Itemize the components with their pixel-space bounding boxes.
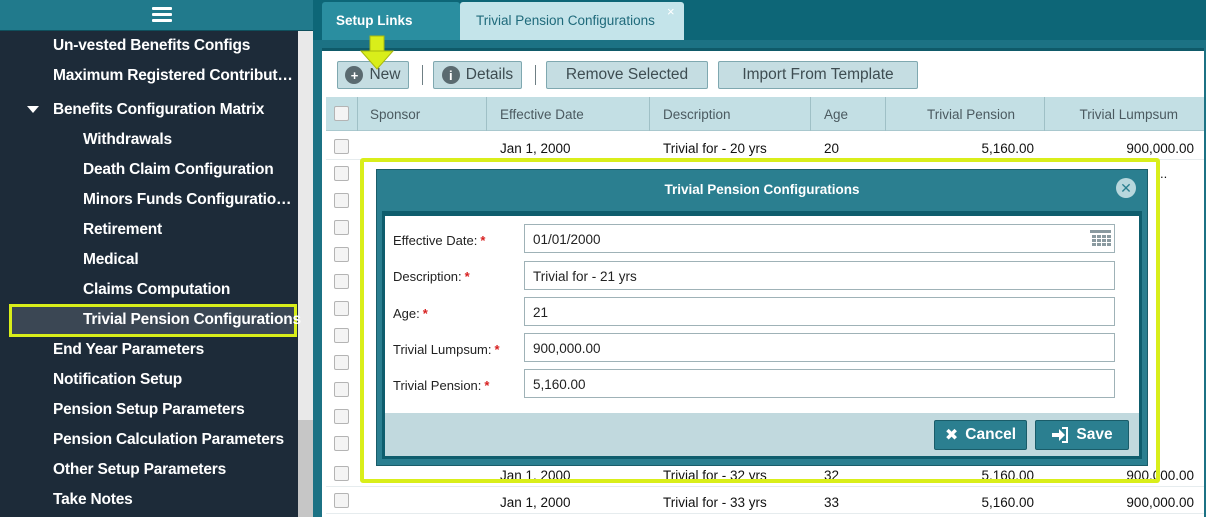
- cell-effective-date: Jan 1, 2000: [500, 141, 571, 156]
- cell-trivial-pension: 5,160.00: [981, 495, 1034, 510]
- menu-icon[interactable]: [152, 7, 172, 23]
- dialog-title: Trivial Pension Configurations: [664, 182, 860, 197]
- cell-trivial-pension: 5,160.00: [981, 141, 1034, 156]
- tab-close-icon[interactable]: ×: [667, 4, 675, 19]
- column-trivial-lumpsum[interactable]: Trivial Lumpsum: [1045, 97, 1204, 131]
- highlight-arrow-icon: [360, 35, 394, 70]
- sign-in-icon: [1052, 427, 1069, 443]
- table-row[interactable]: Jan 1, 2000 Trivial for - 20 yrs 20 5,16…: [326, 133, 1204, 160]
- effective-date-label: Effective Date: *: [393, 233, 486, 248]
- sidebar-item-other-setup[interactable]: Other Setup Parameters: [53, 461, 226, 479]
- row-checkbox[interactable]: [334, 247, 349, 262]
- remove-selected-label: Remove Selected: [565, 66, 689, 83]
- row-checkbox[interactable]: [334, 409, 349, 424]
- cell-description: Trivial for - 20 yrs: [663, 141, 767, 156]
- details-button[interactable]: i Details: [433, 61, 522, 89]
- column-trivial-pension[interactable]: Trivial Pension: [886, 97, 1045, 131]
- sidebar-scrollbar-thumb[interactable]: [298, 420, 313, 517]
- info-circle-icon: i: [441, 66, 460, 84]
- sidebar-item-end-year[interactable]: End Year Parameters: [53, 341, 204, 359]
- table-row[interactable]: Jan 1, 2000 Trivial for - 33 yrs 33 5,16…: [326, 487, 1204, 514]
- trivial-pension-label: Trivial Pension: *: [393, 378, 490, 393]
- row-checkbox[interactable]: [334, 493, 349, 508]
- sidebar-item-claims-computation[interactable]: Claims Computation: [83, 281, 230, 299]
- sidebar-item-withdrawals[interactable]: Withdrawals: [83, 131, 172, 149]
- sidebar-item-benefits-matrix[interactable]: Benefits Configuration Matrix: [53, 101, 264, 119]
- import-template-button[interactable]: Import From Template: [718, 61, 918, 89]
- age-label: Age: *: [393, 306, 428, 321]
- cell-trivial-lumpsum: 900,000.00: [1126, 141, 1194, 156]
- row-checkbox[interactable]: [334, 193, 349, 208]
- cancel-button[interactable]: ✖ Cancel: [934, 420, 1027, 450]
- column-age[interactable]: Age: [811, 97, 886, 131]
- close-icon[interactable]: ✕: [1116, 178, 1136, 198]
- sidebar-item-maximum-registered[interactable]: Maximum Registered Contributi...: [53, 67, 293, 85]
- description-field[interactable]: Trivial for - 21 yrs: [524, 261, 1115, 290]
- select-all-checkbox[interactable]: [334, 106, 349, 121]
- import-template-label: Import From Template: [742, 66, 894, 83]
- x-icon: ✖: [944, 427, 959, 444]
- sidebar-item-unvested-benefits[interactable]: Un-vested Benefits Configs: [53, 37, 250, 55]
- cell-trivial-lumpsum: 900,000.00: [1126, 495, 1194, 510]
- cell-age: 33: [824, 495, 840, 510]
- tab-trivial-pension[interactable]: Trivial Pension Configurations: [460, 2, 684, 40]
- sidebar-item-medical[interactable]: Medical: [83, 251, 139, 269]
- cancel-button-label: Cancel: [965, 426, 1017, 443]
- sidebar-item-pension-calculation[interactable]: Pension Calculation Parameters: [53, 431, 284, 449]
- sidebar-header: [0, 0, 313, 31]
- trivial-pension-field[interactable]: 5,160.00: [524, 369, 1115, 398]
- partial-cell: ..: [1160, 166, 1168, 181]
- row-checkbox[interactable]: [334, 382, 349, 397]
- sidebar-item-take-notes[interactable]: Take Notes: [53, 491, 133, 509]
- calendar-icon[interactable]: [1090, 230, 1111, 248]
- cell-effective-date: Jan 1, 2000: [500, 495, 571, 510]
- effective-date-field[interactable]: 01/01/2000: [524, 224, 1115, 253]
- row-checkbox[interactable]: [334, 274, 349, 289]
- cell-description: Trivial for - 33 yrs: [663, 495, 767, 510]
- toolbar-separator: [535, 65, 536, 85]
- sidebar-item-trivial-pension[interactable]: Trivial Pension Configurations: [83, 311, 301, 329]
- row-checkbox[interactable]: [334, 139, 349, 154]
- sidebar-item-pension-setup[interactable]: Pension Setup Parameters: [53, 401, 245, 419]
- column-sponsor[interactable]: Sponsor: [357, 97, 487, 131]
- sidebar-item-retirement[interactable]: Retirement: [83, 221, 162, 239]
- sidebar-item-minors-funds[interactable]: Minors Funds Configuration ...: [83, 191, 297, 209]
- column-effective-date[interactable]: Effective Date: [487, 97, 650, 131]
- description-label: Description: *: [393, 269, 470, 284]
- row-checkbox[interactable]: [334, 355, 349, 370]
- row-checkbox[interactable]: [334, 328, 349, 343]
- sidebar-item-death-claim[interactable]: Death Claim Configuration: [83, 161, 274, 179]
- save-button-label: Save: [1076, 426, 1113, 443]
- trivial-lumpsum-field[interactable]: 900,000.00: [524, 333, 1115, 362]
- row-checkbox[interactable]: [334, 466, 349, 481]
- trivial-lumpsum-label: Trivial Lumpsum: *: [393, 342, 500, 357]
- row-checkbox[interactable]: [334, 166, 349, 181]
- column-description[interactable]: Description: [650, 97, 811, 131]
- save-button[interactable]: Save: [1035, 420, 1129, 450]
- row-checkbox[interactable]: [334, 220, 349, 235]
- caret-down-icon[interactable]: [27, 106, 39, 113]
- remove-selected-button[interactable]: Remove Selected: [546, 61, 708, 89]
- details-button-label: Details: [465, 66, 514, 83]
- cell-age: 20: [824, 141, 840, 156]
- row-checkbox[interactable]: [334, 301, 349, 316]
- toolbar-separator: [422, 65, 423, 85]
- age-field[interactable]: 21: [524, 297, 1115, 326]
- row-checkbox[interactable]: [334, 436, 349, 451]
- sidebar-item-notification-setup[interactable]: Notification Setup: [53, 371, 182, 389]
